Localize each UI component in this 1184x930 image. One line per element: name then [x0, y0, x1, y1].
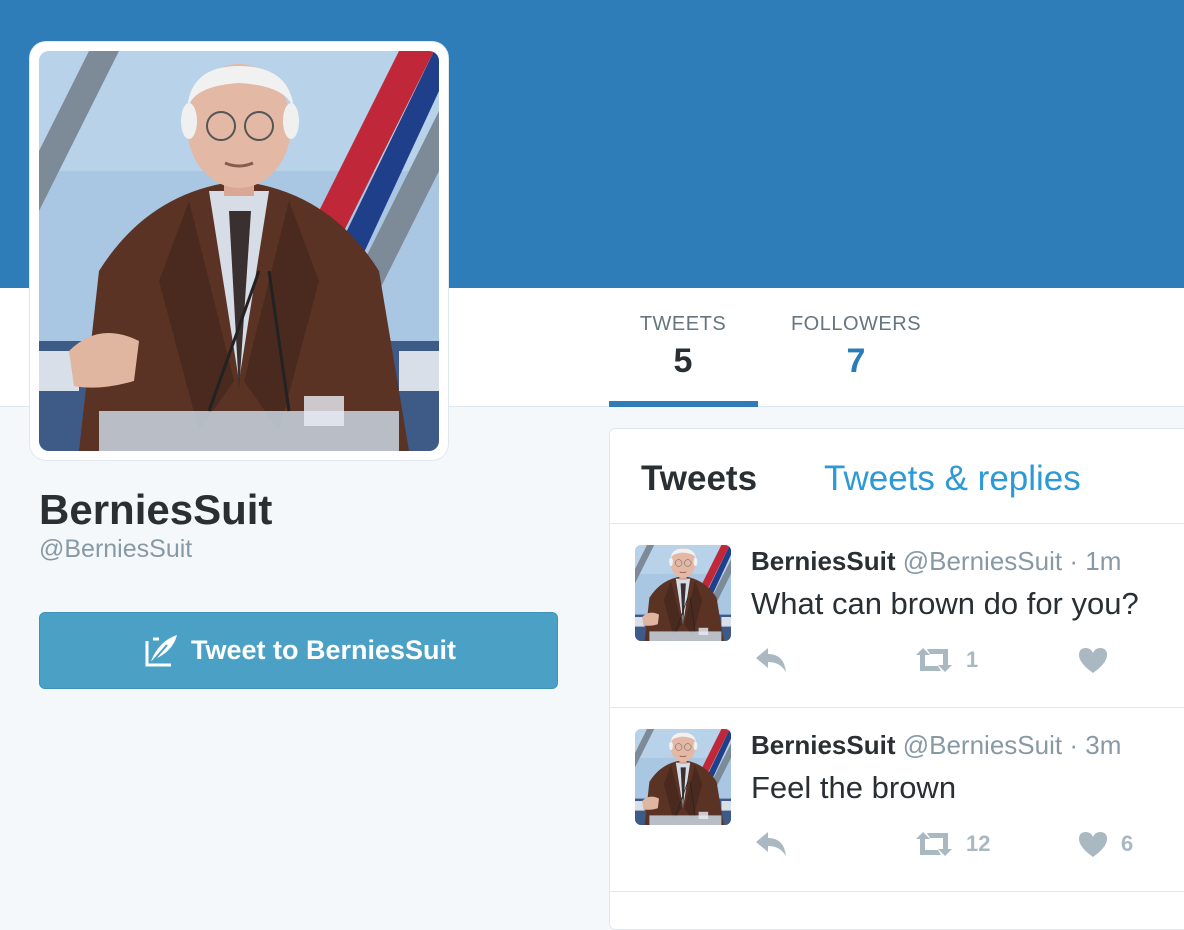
like-count: 6 — [1121, 831, 1134, 856]
tweet-avatar[interactable] — [635, 545, 731, 641]
tweet-author-handle[interactable]: @BerniesSuit — [903, 730, 1062, 760]
retweet-icon — [916, 832, 952, 856]
tweet-timestamp[interactable]: 1m — [1085, 546, 1121, 576]
tab-tweets-and-replies[interactable]: Tweets & replies — [824, 459, 1081, 499]
tab-tweets[interactable]: Tweets — [641, 459, 757, 499]
retweet-button[interactable]: 12 — [914, 830, 990, 858]
tweet-actions: 1 — [751, 646, 1184, 686]
tweet-text: What can brown do for you? — [751, 586, 1139, 621]
tweet-author-handle[interactable]: @BerniesSuit — [903, 546, 1062, 576]
tweet-timestamp[interactable]: 3m — [1085, 730, 1121, 760]
tweet-separator: · — [1069, 730, 1078, 760]
profile-avatar[interactable] — [30, 42, 448, 460]
tweet-item[interactable]: BerniesSuit @BerniesSuit · 3m Feel the b… — [610, 708, 1184, 892]
heart-icon — [1079, 832, 1107, 857]
reply-button[interactable] — [754, 646, 788, 674]
tweet-to-button[interactable]: Tweet to BerniesSuit — [39, 612, 558, 689]
tweet-avatar[interactable] — [635, 729, 731, 825]
stat-followers-label: FOLLOWERS — [790, 313, 922, 335]
tweet-separator: · — [1069, 546, 1078, 576]
reply-button[interactable] — [754, 830, 788, 858]
retweet-count: 12 — [966, 831, 991, 856]
retweet-count: 1 — [966, 647, 979, 672]
retweet-button[interactable]: 1 — [914, 646, 978, 674]
profile-avatar-photo — [39, 51, 439, 451]
profile-handle: @BerniesSuit — [39, 535, 193, 563]
tweet-header: BerniesSuit @BerniesSuit · 1m — [751, 546, 1121, 577]
heart-icon — [1079, 648, 1107, 673]
like-button[interactable] — [1077, 646, 1121, 674]
stat-tweets-count: 5 — [673, 342, 693, 380]
tweet-author-name[interactable]: BerniesSuit — [751, 546, 896, 576]
tweet-to-button-label: Tweet to BerniesSuit — [190, 635, 457, 665]
timeline: Tweets Tweets & replies BerniesSuit @Ber… — [609, 428, 1184, 930]
tweet-header: BerniesSuit @BerniesSuit · 3m — [751, 730, 1121, 761]
quill-icon — [141, 631, 181, 671]
like-button[interactable]: 6 — [1077, 830, 1133, 858]
tweet-text: Feel the brown — [751, 770, 957, 805]
reply-icon — [756, 648, 786, 672]
reply-icon — [756, 832, 786, 856]
retweet-icon — [916, 648, 952, 672]
active-stat-indicator — [609, 401, 758, 407]
stat-tweets-label: TWEETS — [639, 313, 727, 335]
profile-display-name: BerniesSuit — [39, 486, 273, 533]
tweet-author-name[interactable]: BerniesSuit — [751, 730, 896, 760]
tweet-actions: 12 6 — [751, 830, 1184, 870]
stat-followers[interactable]: FOLLOWERS 7 — [768, 313, 944, 381]
tweet-item[interactable]: BerniesSuit @BerniesSuit · 1m What can b… — [610, 524, 1184, 708]
timeline-tabs: Tweets Tweets & replies — [610, 429, 1184, 524]
stat-tweets[interactable]: TWEETS 5 — [610, 313, 756, 381]
stat-followers-count: 7 — [846, 342, 866, 380]
